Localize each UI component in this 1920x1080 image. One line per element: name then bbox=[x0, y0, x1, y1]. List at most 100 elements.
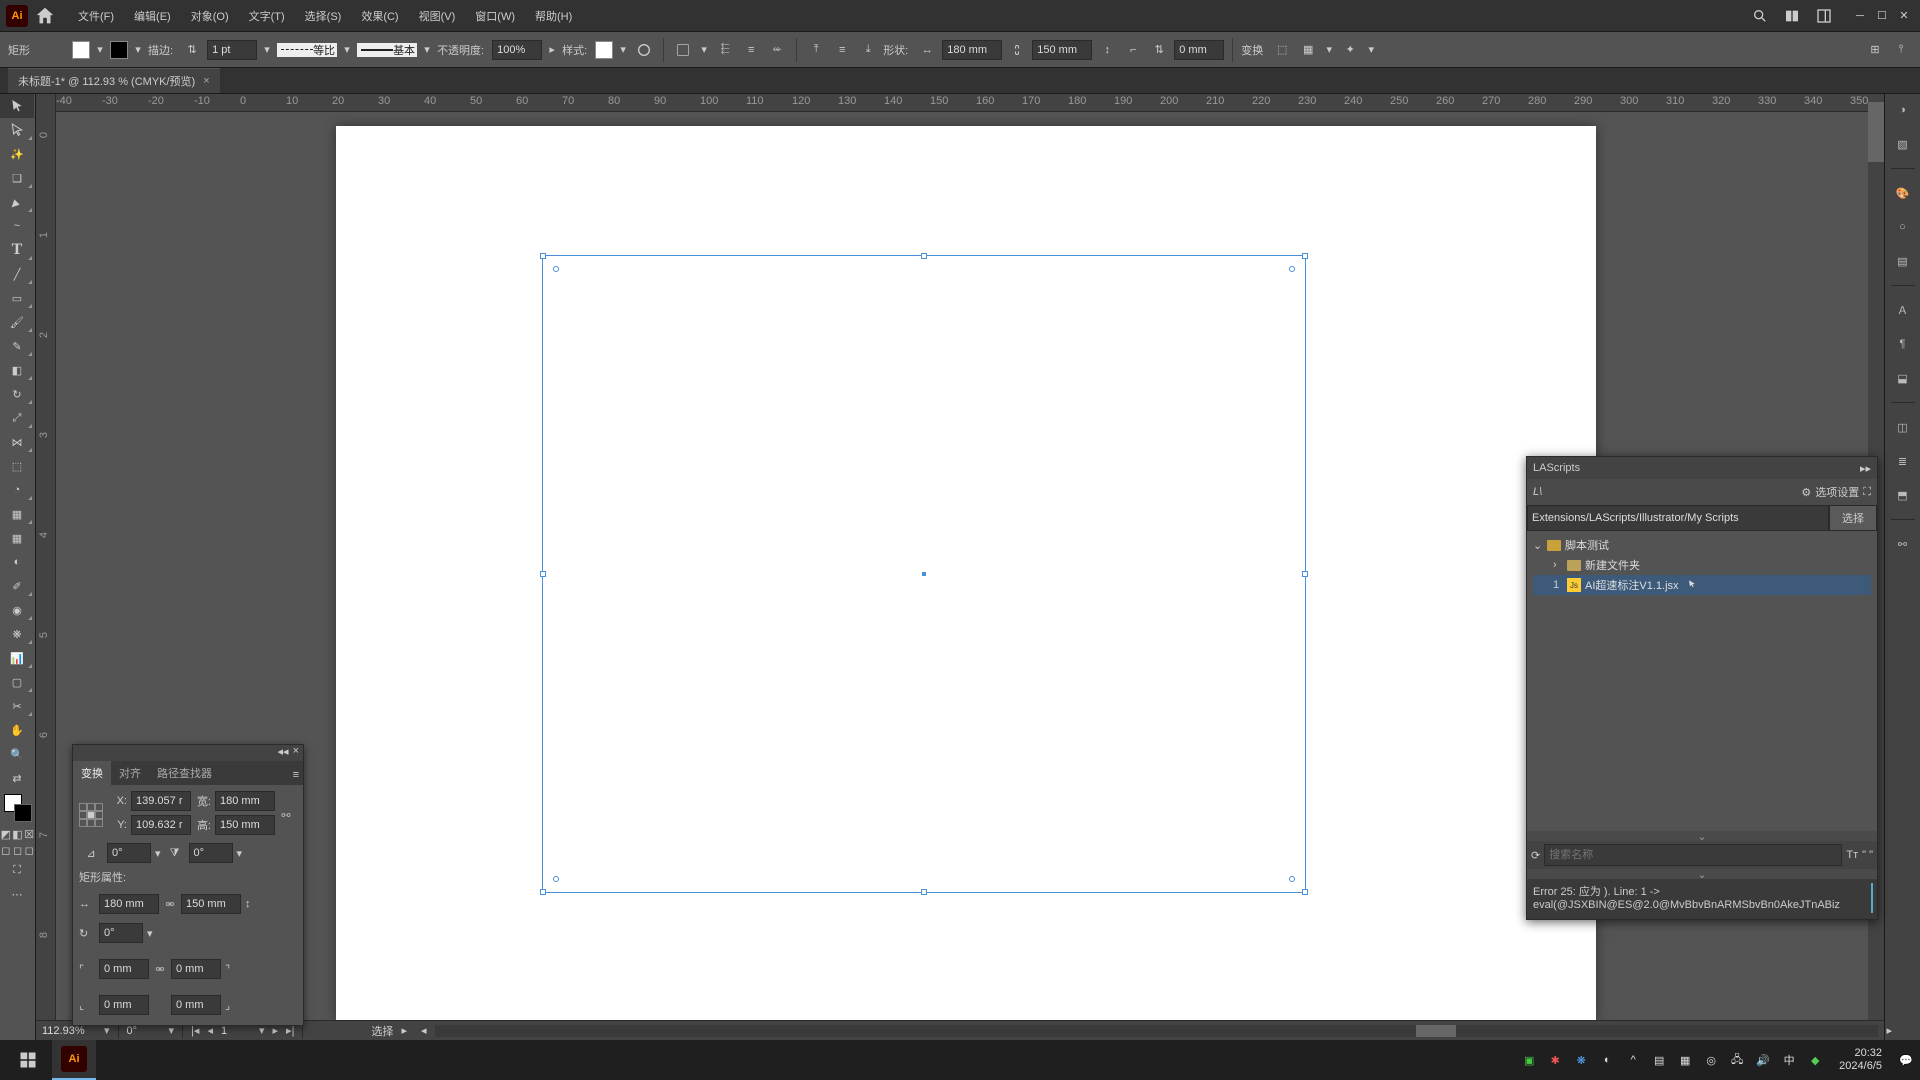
transform-label[interactable]: 变换 bbox=[1241, 42, 1263, 58]
settings-label[interactable]: 选项设置 bbox=[1815, 484, 1859, 500]
line-tool[interactable]: ╱ bbox=[0, 262, 34, 286]
arrange-icon[interactable] bbox=[1812, 4, 1836, 28]
artboard-nav-input[interactable] bbox=[221, 1025, 251, 1037]
tray-network-icon[interactable]: 🖧 bbox=[1727, 1050, 1747, 1070]
ruler-origin[interactable] bbox=[36, 94, 56, 112]
shape-height-input[interactable] bbox=[1032, 40, 1092, 60]
draw-inside[interactable]: ◻ bbox=[23, 842, 35, 858]
search-icon[interactable] bbox=[1748, 4, 1772, 28]
w-input[interactable] bbox=[215, 791, 275, 811]
free-transform-tool[interactable]: ⬚ bbox=[0, 454, 34, 478]
panel-chevrons-icon[interactable]: ▸▸ bbox=[1860, 462, 1871, 475]
rotate-dd[interactable]: ▾ bbox=[155, 847, 161, 860]
corner-icon[interactable]: ⌐ bbox=[1122, 39, 1144, 61]
shear-dd[interactable]: ▾ bbox=[237, 847, 243, 860]
resize-handle-mr[interactable] bbox=[1302, 571, 1308, 577]
tree-root[interactable]: ⌄ 脚本测试 bbox=[1533, 535, 1871, 555]
reference-point-selector[interactable] bbox=[79, 803, 103, 827]
color-guide-icon[interactable]: ○ bbox=[1891, 215, 1915, 239]
lasso-tool[interactable]: ❑ bbox=[0, 166, 34, 190]
tray-notifications-icon[interactable]: 💬 bbox=[1896, 1050, 1916, 1070]
toggle-fill-stroke[interactable]: ⇄ bbox=[0, 766, 34, 790]
corner-widget-bl[interactable] bbox=[553, 876, 559, 882]
style-swatch[interactable] bbox=[595, 41, 613, 59]
symbols-panel-icon[interactable]: ¶ bbox=[1891, 332, 1915, 356]
rect-angle-input[interactable] bbox=[99, 923, 143, 943]
stroke-profile[interactable]: 等比 bbox=[277, 43, 337, 57]
rotate-view-input[interactable] bbox=[127, 1025, 161, 1037]
rect-h-input[interactable] bbox=[181, 894, 241, 914]
scripts-path-input[interactable] bbox=[1527, 505, 1829, 531]
color-mode[interactable]: ◩ bbox=[0, 826, 12, 842]
brush-definition[interactable]: 基本 bbox=[357, 43, 417, 57]
eraser-tool[interactable]: ◧ bbox=[0, 358, 34, 382]
scrollbar-h-thumb[interactable] bbox=[1416, 1025, 1456, 1037]
pathfinder-tab[interactable]: 路径查找器 bbox=[149, 761, 220, 785]
tray-icon-6[interactable]: ▦ bbox=[1675, 1050, 1695, 1070]
menu-edit[interactable]: 编辑(E) bbox=[124, 8, 181, 24]
scrollbar-v-thumb[interactable] bbox=[1868, 102, 1884, 162]
draw-behind[interactable]: ◻ bbox=[12, 842, 24, 858]
scrollbar-horizontal[interactable]: ◂ ▸ bbox=[435, 1025, 1878, 1037]
menu-file[interactable]: 文件(F) bbox=[68, 8, 124, 24]
rect-angle-dd[interactable]: ▾ bbox=[147, 927, 153, 940]
stroke-weight-input[interactable] bbox=[207, 40, 257, 60]
stroke-dropdown[interactable]: ▾ bbox=[132, 43, 144, 57]
menu-view[interactable]: 视图(V) bbox=[409, 8, 466, 24]
link-rect-icon[interactable]: ⚮ bbox=[163, 889, 177, 919]
minimize-button[interactable]: ─ bbox=[1850, 8, 1870, 24]
tray-icon-4[interactable]: ◐ bbox=[1597, 1050, 1617, 1070]
symbol-sprayer-tool[interactable]: ❋ bbox=[0, 622, 34, 646]
menu-effect[interactable]: 效果(C) bbox=[351, 8, 408, 24]
refresh-icon[interactable]: ⟳ bbox=[1531, 849, 1540, 862]
panel-menu-icon[interactable]: ≡ bbox=[289, 765, 303, 785]
direct-selection-tool[interactable] bbox=[0, 118, 34, 142]
hand-tool[interactable]: ✋ bbox=[0, 718, 34, 742]
corner-input[interactable] bbox=[1174, 40, 1224, 60]
tab-close-icon[interactable]: × bbox=[203, 75, 209, 87]
panel-close-icon[interactable]: × bbox=[293, 745, 299, 761]
width-tool[interactable]: ⋈ bbox=[0, 430, 34, 454]
opacity-dropdown[interactable]: ▸ bbox=[546, 43, 558, 57]
tray-icon-1[interactable]: ▣ bbox=[1519, 1050, 1539, 1070]
valign-middle-icon[interactable]: ≡ bbox=[831, 39, 853, 61]
mesh-tool[interactable]: ▦ bbox=[0, 526, 34, 550]
link-corners-icon[interactable]: ⚮ bbox=[153, 947, 167, 991]
stroke-panel-icon[interactable]: ⬓ bbox=[1891, 366, 1915, 390]
resize-handle-tl[interactable] bbox=[540, 253, 546, 259]
align-dropdown[interactable]: ▾ bbox=[698, 43, 710, 57]
rotate-input[interactable] bbox=[107, 843, 151, 863]
select-similar-icon[interactable]: ✦ bbox=[1339, 39, 1361, 61]
y-input[interactable] bbox=[131, 815, 191, 835]
align-tab[interactable]: 对齐 bbox=[111, 761, 149, 785]
search-input[interactable] bbox=[1544, 844, 1842, 866]
ruler-horizontal[interactable]: -40-30-20-100102030405060708090100110120… bbox=[36, 94, 1884, 112]
workspace-icon[interactable] bbox=[1780, 4, 1804, 28]
edit-toolbar[interactable]: ⋯ bbox=[0, 882, 34, 906]
none-mode[interactable]: ☒ bbox=[23, 826, 35, 842]
align-center-icon[interactable]: ≡ bbox=[740, 39, 762, 61]
height-icon[interactable]: ↕ bbox=[1096, 39, 1118, 61]
brushes-panel-icon[interactable]: Ａ bbox=[1891, 298, 1915, 322]
transform-tab[interactable]: 变换 bbox=[73, 761, 111, 785]
zoom-input[interactable] bbox=[42, 1025, 96, 1037]
type-tool[interactable]: T bbox=[0, 238, 34, 262]
align-right-icon[interactable]: ⬰ bbox=[766, 39, 788, 61]
align-artboard-icon[interactable] bbox=[672, 39, 694, 61]
isolate-icon[interactable]: ⬚ bbox=[1271, 39, 1293, 61]
tray-icon-2[interactable]: ✱ bbox=[1545, 1050, 1565, 1070]
artboard-tool[interactable]: ▢ bbox=[0, 670, 34, 694]
stroke-weight-stepper[interactable]: ⇅ bbox=[181, 39, 203, 61]
taskbar-clock[interactable]: 20:32 2024/6/5 bbox=[1831, 1047, 1890, 1073]
tree-file-selected[interactable]: 1Js AI超速标注V1.1.jsx bbox=[1533, 575, 1871, 595]
fill-swatch[interactable] bbox=[72, 41, 90, 59]
scroll-right-icon[interactable]: ▸ bbox=[1886, 1024, 1892, 1037]
gear-icon[interactable]: ⚙ bbox=[1801, 486, 1811, 499]
menu-select[interactable]: 选择(S) bbox=[295, 8, 352, 24]
libraries-panel-icon[interactable]: ▧ bbox=[1891, 132, 1915, 156]
stroke-weight-dropdown[interactable]: ▾ bbox=[261, 43, 273, 57]
tray-ime-icon[interactable]: 中 bbox=[1779, 1050, 1799, 1070]
recolor-icon[interactable] bbox=[633, 39, 655, 61]
arrange-drop[interactable]: ▾ bbox=[1323, 43, 1335, 57]
tray-chevron-icon[interactable]: ^ bbox=[1623, 1050, 1643, 1070]
